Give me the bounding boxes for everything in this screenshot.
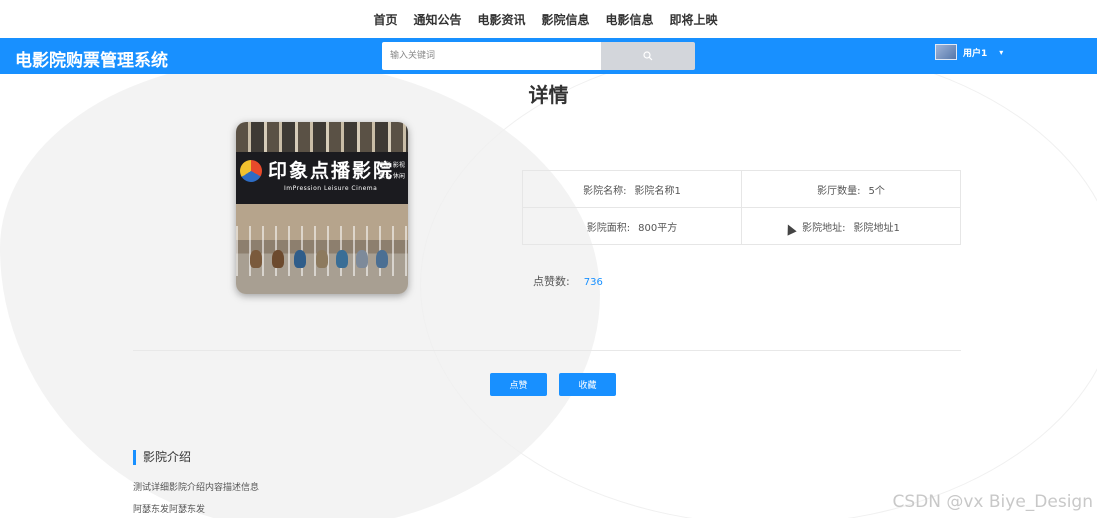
page-title: 详情 [528, 83, 569, 107]
info-row: 影院名称: 影院名称1 影厅数量: 5个 [523, 171, 960, 208]
likes-label: 点赞数: [533, 275, 570, 288]
info-address: 影院地址: 影院地址1 [742, 208, 960, 245]
info-hall-count: 影厅数量: 5个 [742, 171, 960, 207]
photo-building-upper [236, 122, 408, 152]
header-bar: 电影院购票管理系统 用户1 ▾ [0, 38, 1097, 74]
search-button[interactable] [601, 42, 695, 70]
intro-text: 阿瑟东发阿瑟东发 [133, 505, 206, 515]
cinema-info-table: 影院名称: 影院名称1 影厅数量: 5个 影院面积: 800平方 影院地址: 影… [522, 170, 961, 245]
nav-coming-soon[interactable]: 即将上映 [662, 11, 726, 28]
search-input[interactable] [382, 42, 601, 70]
avatar [935, 44, 957, 60]
photo-vase [336, 250, 348, 268]
nav-home[interactable]: 首页 [365, 11, 405, 28]
chevron-down-icon: ▾ [999, 47, 1004, 57]
brand-title: 电影院购票管理系统 [15, 51, 168, 71]
photo-sign-side-1: 电影 影视 [379, 162, 405, 169]
likes-count: 点赞数: 736 [533, 273, 603, 289]
cinema-photo: 印象点播影院 ImPression Leisure Cinema 电影 影视 聚… [236, 122, 408, 294]
info-cinema-name: 影院名称: 影院名称1 [523, 171, 742, 207]
nav-movie-news[interactable]: 电影资讯 [469, 11, 533, 28]
info-label: 影院名称: [583, 185, 627, 197]
top-nav: 首页 通知公告 电影资讯 影院信息 电影信息 即将上映 [0, 0, 1097, 38]
photo-sign-cn: 印象点播影院 [268, 160, 395, 182]
search-icon [643, 49, 653, 64]
photo-vase [356, 250, 368, 268]
info-value: 800平方 [638, 223, 678, 234]
info-value: 5个 [868, 185, 885, 197]
user-name: 用户1 [963, 48, 988, 59]
photo-sign: 印象点播影院 ImPression Leisure Cinema 电影 影视 聚… [236, 152, 408, 204]
watermark: CSDN @vx Biye_Design [892, 492, 1094, 512]
nav-notices[interactable]: 通知公告 [405, 11, 469, 28]
main-content: 详情 印象点播影院 ImPression Leisure Cinema 电影 影… [0, 74, 1097, 518]
photo-sign-side: 电影 影视 聚会 休闲 [379, 160, 405, 182]
photo-vase [316, 250, 328, 268]
photo-sign-en: ImPression Leisure Cinema [284, 185, 378, 192]
photo-sign-side-2: 聚会 休闲 [379, 173, 405, 180]
info-area: 影院面积: 800平方 [523, 208, 742, 245]
nav-cinema-info[interactable]: 影院信息 [534, 11, 598, 28]
cinema-logo-icon [240, 160, 262, 182]
intro-text: 测试详细影院介绍内容描述信息 [133, 483, 260, 493]
photo-vase [294, 250, 306, 268]
info-label: 影院地址: [802, 223, 846, 234]
user-menu[interactable]: 用户1 ▾ [935, 44, 1003, 60]
info-value: 影院名称1 [634, 185, 681, 197]
likes-value: 736 [583, 277, 603, 288]
search-box [382, 42, 695, 70]
nav-movie-info[interactable]: 电影信息 [598, 11, 662, 28]
divider [133, 350, 961, 351]
info-value: 影院地址1 [853, 223, 900, 234]
like-button[interactable]: 点赞 [490, 373, 547, 396]
info-label: 影院面积: [586, 223, 631, 234]
section-title: 影院介绍 [133, 450, 191, 465]
info-row: 影院面积: 800平方 影院地址: 影院地址1 [523, 208, 960, 245]
favorite-button[interactable]: 收藏 [559, 373, 616, 396]
photo-vase [376, 250, 388, 268]
photo-vase [250, 250, 262, 268]
info-label: 影厅数量: [817, 185, 861, 197]
photo-vase [272, 250, 284, 268]
